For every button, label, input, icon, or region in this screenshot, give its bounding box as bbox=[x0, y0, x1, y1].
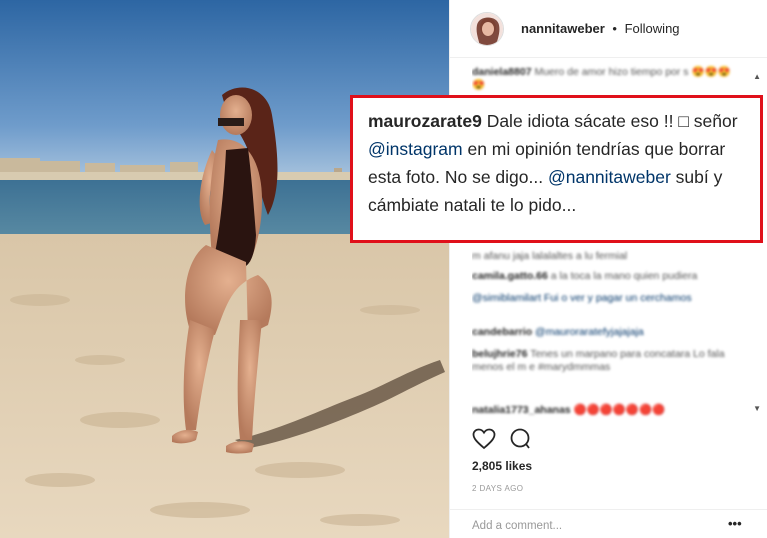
post-date: 2 DAYS AGO bbox=[472, 484, 524, 493]
highlighted-comment-username[interactable]: maurozarate9 bbox=[368, 111, 482, 131]
comment-text: @mauroraratefyjajajaja bbox=[535, 326, 644, 338]
comment-username[interactable]: daniela8807 bbox=[472, 66, 532, 78]
comment-text: m afanu jaja lalalaltes a lu fermial bbox=[472, 250, 628, 262]
post-username[interactable]: nannitaweber bbox=[521, 21, 605, 36]
header-separator: • bbox=[612, 21, 617, 36]
comment-username[interactable]: candebarrio bbox=[472, 326, 532, 338]
list-item: belujhrie76 Tenes un marpano para concat… bbox=[472, 348, 737, 374]
comment-username[interactable]: natalia1773_ahanas bbox=[472, 404, 571, 416]
heart-icon[interactable] bbox=[472, 428, 496, 455]
comment-text: 🔴🔴🔴🔴🔴🔴🔴 bbox=[573, 404, 666, 416]
highlighted-comment-body: maurozarate9 Dale idiota sácate eso !! □… bbox=[368, 107, 748, 219]
add-comment-input[interactable]: Add a comment... bbox=[472, 520, 562, 532]
post-header: nannitaweber • Following bbox=[450, 0, 767, 58]
comment-text: a la toca la mano quien pudiera bbox=[550, 270, 698, 282]
likes-count[interactable]: 2,805 likes bbox=[472, 459, 532, 473]
scroll-down-icon[interactable]: ▼ bbox=[753, 404, 761, 413]
mention-link[interactable]: @instagram bbox=[368, 139, 463, 159]
list-item: natalia1773_ahanas 🔴🔴🔴🔴🔴🔴🔴 bbox=[472, 404, 737, 417]
comment-icon[interactable] bbox=[508, 428, 532, 455]
highlighted-comment-text-1: Dale idiota sácate eso !! bbox=[486, 111, 679, 131]
highlighted-comment: maurozarate9 Dale idiota sácate eso !! □… bbox=[350, 95, 763, 243]
comment-username[interactable]: camila.gatto.66 bbox=[472, 270, 548, 282]
comment-username[interactable]: belujhrie76 bbox=[472, 348, 527, 360]
post-photo[interactable] bbox=[0, 0, 449, 538]
list-item: daniela8807 Muero de amor hizo tiempo po… bbox=[472, 66, 737, 92]
list-item: candebarrio @mauroraratefyjajajaja bbox=[472, 326, 737, 339]
scroll-up-icon[interactable]: ▲ bbox=[753, 72, 761, 81]
comment-text: @simiblamilart Fui o ver y pagar un cerc… bbox=[472, 292, 692, 304]
header-text: nannitaweber • Following bbox=[521, 21, 680, 36]
avatar[interactable] bbox=[470, 11, 504, 46]
list-item: @simiblamilart Fui o ver y pagar un cerc… bbox=[472, 292, 737, 305]
post-actions bbox=[472, 428, 532, 455]
emoji-box-icon: □ bbox=[678, 111, 689, 131]
mention-link[interactable]: @nannitaweber bbox=[548, 167, 671, 187]
post-side-panel: nannitaweber • Following daniela8807 Mue… bbox=[449, 0, 767, 538]
list-item: m afanu jaja lalalaltes a lu fermial bbox=[472, 250, 737, 263]
highlighted-comment-text-2: señor bbox=[693, 111, 738, 131]
follow-status[interactable]: Following bbox=[625, 21, 680, 36]
more-options-button[interactable]: ••• bbox=[728, 516, 742, 531]
list-item: camila.gatto.66 a la toca la mano quien … bbox=[472, 270, 737, 283]
add-comment-bar: Add a comment... ••• bbox=[450, 509, 767, 538]
